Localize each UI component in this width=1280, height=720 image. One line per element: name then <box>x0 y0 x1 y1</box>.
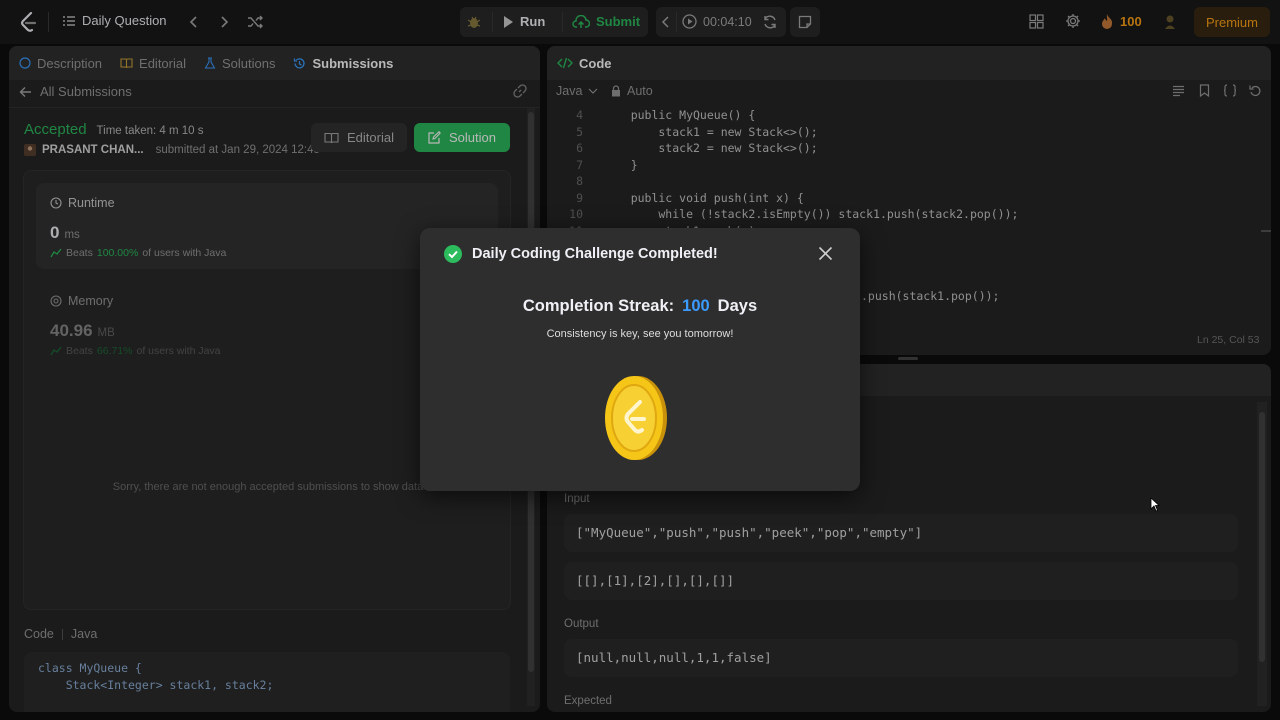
streak-prefix: Completion Streak: <box>522 297 675 315</box>
modal-title: Daily Coding Challenge Completed! <box>472 246 718 262</box>
modal-subtitle: Consistency is key, see you tomorrow! <box>546 328 734 340</box>
challenge-complete-modal: Daily Coding Challenge Completed! Comple… <box>420 228 860 491</box>
mouse-cursor-icon <box>1150 497 1160 512</box>
close-icon[interactable] <box>818 246 833 261</box>
coin-icon <box>604 374 668 462</box>
streak-suffix: Days <box>717 297 758 315</box>
check-circle-icon <box>444 245 462 263</box>
streak-value: 100 <box>682 297 710 315</box>
